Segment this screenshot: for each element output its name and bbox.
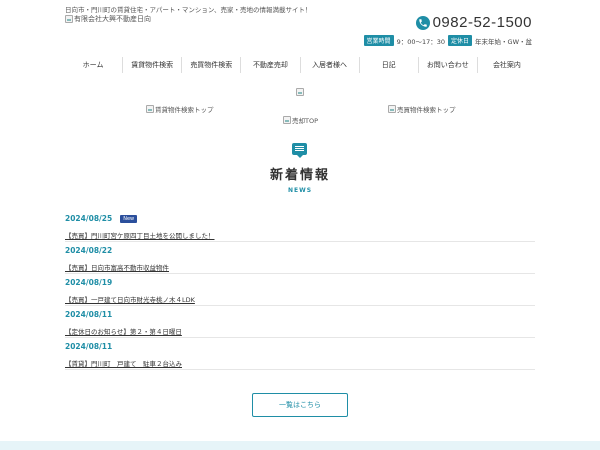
nav-item-contact[interactable]: お問い合わせ bbox=[419, 57, 478, 73]
news-subheading: NEWS bbox=[287, 187, 313, 194]
banner-selling[interactable]: 売却TOP bbox=[283, 115, 318, 125]
footer-band bbox=[0, 441, 600, 450]
news-link[interactable]: 【売買】日向市富高不動市収益物件 bbox=[65, 262, 169, 272]
new-badge: New bbox=[120, 214, 138, 223]
nav-item-selling[interactable]: 不動産売却 bbox=[241, 57, 301, 73]
phone-link[interactable]: 0982-52-1500 bbox=[415, 14, 532, 31]
news-more-button[interactable]: 一覧はこちら bbox=[252, 393, 348, 417]
nav-item-home[interactable]: ホーム bbox=[64, 57, 124, 73]
banner-rental-search[interactable]: 賃貸物件検索トップ bbox=[146, 104, 214, 114]
news-date: 2024/08/11 bbox=[65, 342, 113, 351]
site-logo[interactable]: 有限会社大興不動産日向 bbox=[65, 14, 151, 24]
news-date: 2024/08/25 New bbox=[65, 214, 535, 223]
broken-image-icon bbox=[388, 105, 396, 113]
news-link[interactable]: 【売買】門川町宮ケ原四丁目土地を公開しました！ bbox=[65, 230, 215, 240]
list-item: 2024/08/19 【売買】一戸建て日向市財光寺桃ノ木４LDK bbox=[65, 274, 535, 306]
nav-item-sale-search[interactable]: 売買物件検索 bbox=[182, 57, 242, 73]
business-hours: 営業時間 9：00～17：30 定休日 年末年始・GW・盆 bbox=[363, 35, 532, 46]
list-item: 2024/08/22 【売買】日向市富高不動市収益物件 bbox=[65, 242, 535, 274]
holiday-text: 年末年始・GW・盆 bbox=[475, 37, 532, 46]
banner-rental-label: 賃貸物件検索トップ bbox=[155, 106, 214, 114]
news-link[interactable]: 【賃貸】門川町 戸建て 駐車２台込み bbox=[65, 358, 182, 368]
list-item: 2024/08/25 New 【売買】門川町宮ケ原四丁目土地を公開しました！ bbox=[65, 210, 535, 242]
logo-alt-text: 有限会社大興不動産日向 bbox=[74, 15, 151, 23]
banner-sale-search[interactable]: 売買物件検索トップ bbox=[388, 104, 456, 114]
nav-item-company[interactable]: 会社案内 bbox=[478, 57, 536, 73]
news-list: 2024/08/25 New 【売買】門川町宮ケ原四丁目土地を公開しました！ 2… bbox=[65, 210, 535, 370]
broken-image-icon bbox=[296, 87, 304, 96]
broken-image-icon bbox=[283, 116, 291, 124]
hours-text: 9：00～17：30 bbox=[396, 37, 446, 46]
news-date-text: 2024/08/25 bbox=[65, 214, 113, 223]
news-link[interactable]: 【定休日のお知らせ】第２・第４日曜日 bbox=[65, 326, 182, 336]
news-date: 2024/08/22 bbox=[65, 246, 113, 255]
broken-image-icon bbox=[65, 15, 73, 23]
holiday-badge: 定休日 bbox=[448, 35, 473, 46]
news-link[interactable]: 【売買】一戸建て日向市財光寺桃ノ木４LDK bbox=[65, 294, 195, 304]
site-tagline: 日向市・門川町の賃貸住宅・アパート・マンション、売家・売地の情報満載サイト！ bbox=[65, 6, 312, 14]
news-speech-icon bbox=[292, 143, 307, 158]
news-date: 2024/08/11 bbox=[65, 310, 113, 319]
news-date: 2024/08/19 bbox=[65, 278, 113, 287]
nav-item-residents[interactable]: 入居者様へ bbox=[301, 57, 360, 73]
broken-image-icon bbox=[146, 105, 154, 113]
banner-sale-label: 売買物件検索トップ bbox=[397, 106, 456, 114]
phone-number: 0982-52-1500 bbox=[432, 14, 532, 31]
phone-icon bbox=[415, 15, 430, 30]
list-item: 2024/08/11 【賃貸】門川町 戸建て 駐車２台込み bbox=[65, 338, 535, 370]
nav-item-diary[interactable]: 日記 bbox=[360, 57, 419, 73]
global-nav: ホーム 賃貸物件検索 売買物件検索 不動産売却 入居者様へ 日記 お問い合わせ … bbox=[64, 57, 536, 73]
hours-badge: 営業時間 bbox=[363, 35, 394, 46]
news-heading: 新着情報 bbox=[269, 168, 330, 183]
nav-item-rental-search[interactable]: 賃貸物件検索 bbox=[123, 57, 183, 73]
list-item: 2024/08/11 【定休日のお知らせ】第２・第４日曜日 bbox=[65, 306, 535, 338]
hero-image bbox=[296, 81, 305, 100]
banner-selling-label: 売却TOP bbox=[292, 117, 319, 125]
